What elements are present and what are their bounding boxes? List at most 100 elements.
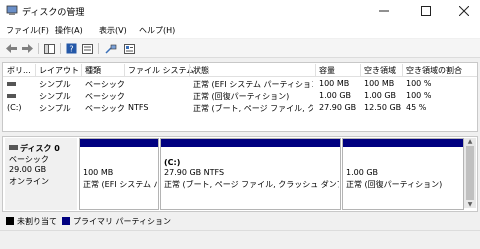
- column-divider[interactable]: [81, 64, 82, 76]
- volume-capacity: 1.00 GB: [319, 91, 352, 100]
- console-tree-button[interactable]: [42, 42, 56, 55]
- minimize-button[interactable]: [366, 0, 402, 22]
- disk-name: ディスク 0: [20, 144, 60, 153]
- volume-capacity: 27.90 GB: [319, 103, 357, 112]
- partition-status: 正常 (EFI システム パ: [83, 180, 157, 189]
- legend: 未割り当て プライマリ パーティション: [0, 214, 480, 228]
- disk-size: 29.00 GB: [9, 165, 47, 174]
- partition-title: (C:): [164, 158, 181, 167]
- drive-icon: [7, 82, 16, 86]
- volume-free-space: 1.00 GB: [364, 91, 397, 100]
- volume-layout: シンプル: [39, 80, 71, 89]
- connect-button[interactable]: [104, 42, 118, 55]
- menu-action[interactable]: 操作(A): [55, 25, 83, 36]
- column-divider[interactable]: [360, 64, 361, 76]
- disk-management-icon: [6, 5, 18, 15]
- column-divider[interactable]: [35, 64, 36, 76]
- column-divider[interactable]: [315, 64, 316, 76]
- column-header-free-space[interactable]: 空き領域: [364, 65, 396, 76]
- toolbar-separator: [38, 43, 39, 54]
- column-header-filesystem[interactable]: ファイル システム: [128, 65, 194, 76]
- partition-status: 正常 (ブート, ページ ファイル, クラッシュ ダンプ, プラ: [164, 180, 339, 189]
- partition-bar: [80, 139, 158, 147]
- volume-free-percent: 100 %: [406, 91, 432, 100]
- vertical-scrollbar[interactable]: ▲ ▼: [464, 138, 476, 208]
- settings-icon: [123, 43, 135, 54]
- close-icon: [459, 6, 469, 16]
- volume-status: 正常 (EFI システム パーティション): [193, 80, 313, 89]
- partition-c[interactable]: (C:) 27.90 GB NTFS 正常 (ブート, ページ ファイル, クラ…: [160, 138, 341, 210]
- partition-bar: [343, 139, 463, 147]
- svg-text:?: ?: [69, 45, 73, 54]
- volume-free-space: 12.50 GB: [364, 103, 402, 112]
- column-divider[interactable]: [402, 64, 403, 76]
- volume-free-space: 100 MB: [364, 79, 395, 88]
- column-divider[interactable]: [189, 64, 190, 76]
- settings-button[interactable]: [122, 42, 136, 55]
- volume-layout: シンプル: [39, 92, 71, 101]
- console-tree-icon: [43, 43, 55, 54]
- minimize-icon: [379, 10, 389, 12]
- column-header-free-percent[interactable]: 空き領域の割合: [406, 65, 462, 76]
- help-button[interactable]: ?: [64, 42, 78, 55]
- title-bar: ディスクの管理: [0, 0, 480, 22]
- menu-file[interactable]: ファイル(F): [6, 25, 49, 36]
- volume-name: (C:): [7, 103, 22, 112]
- forward-arrow-icon: [21, 44, 33, 53]
- volume-free-percent: 100 %: [406, 79, 432, 88]
- partition-size: 1.00 GB: [346, 168, 379, 177]
- partition-size: 27.90 GB NTFS: [164, 168, 225, 177]
- status-bar: [0, 230, 480, 249]
- volume-type: ベーシック: [85, 92, 125, 101]
- menu-help[interactable]: ヘルプ(H): [139, 25, 175, 36]
- volume-row[interactable]: シンプル ベーシック 正常 (回復パーティション) 1.00 GB 1.00 G…: [3, 90, 477, 102]
- legend-unallocated: 未割り当て: [17, 217, 57, 226]
- volume-list-header: ボリ... レイアウト 種類 ファイル システム 状態 容量 空き領域 空き領域…: [3, 63, 477, 77]
- volume-free-percent: 45 %: [406, 103, 427, 112]
- disk-status: オンライン: [9, 177, 49, 186]
- column-header-type[interactable]: 種類: [85, 65, 101, 76]
- scroll-thumb[interactable]: [466, 146, 474, 200]
- disk-type: ベーシック: [9, 155, 49, 164]
- toolbar-separator: [60, 43, 61, 54]
- primary-partition-swatch: [62, 217, 70, 225]
- volume-status: 正常 (回復パーティション): [193, 92, 290, 101]
- close-button[interactable]: [446, 0, 480, 22]
- connect-icon: [105, 44, 117, 54]
- partition-recovery[interactable]: 1.00 GB 正常 (回復パーティション): [342, 138, 464, 210]
- menu-view[interactable]: 表示(V): [99, 25, 127, 36]
- column-divider[interactable]: [124, 64, 125, 76]
- help-icon: ?: [66, 43, 76, 54]
- back-arrow-icon: [5, 44, 17, 53]
- disk-info[interactable]: ディスク 0 ベーシック 29.00 GB オンライン: [5, 138, 77, 210]
- scroll-down-icon[interactable]: ▼: [464, 201, 476, 208]
- partition-efi[interactable]: 100 MB 正常 (EFI システム パ: [79, 138, 159, 210]
- menu-bar: ファイル(F) 操作(A) 表示(V) ヘルプ(H): [0, 22, 480, 38]
- volume-row[interactable]: シンプル ベーシック 正常 (EFI システム パーティション) 100 MB …: [3, 78, 477, 90]
- window-title: ディスクの管理: [22, 8, 85, 18]
- volume-type: ベーシック: [85, 80, 125, 89]
- volume-type: ベーシック: [85, 104, 125, 113]
- forward-button[interactable]: [20, 42, 34, 55]
- volume-status: 正常 (ブート, ページ ファイル, クラ...: [193, 104, 313, 113]
- properties-button[interactable]: [80, 42, 94, 55]
- partition-status: 正常 (回復パーティション): [346, 180, 443, 189]
- volume-row[interactable]: (C:) シンプル ベーシック NTFS 正常 (ブート, ページ ファイル, …: [3, 102, 477, 114]
- volume-list: ボリ... レイアウト 種類 ファイル システム 状態 容量 空き領域 空き領域…: [2, 62, 478, 132]
- partition-size: 100 MB: [83, 168, 114, 177]
- volume-filesystem: NTFS: [128, 103, 149, 112]
- toolbar-separator: [98, 43, 99, 54]
- column-header-status[interactable]: 状態: [193, 65, 209, 76]
- disk-view: ディスク 0 ベーシック 29.00 GB オンライン 100 MB 正常 (E…: [2, 136, 478, 212]
- scroll-up-icon[interactable]: ▲: [464, 138, 476, 145]
- back-button[interactable]: [4, 42, 18, 55]
- toolbar: ?: [0, 39, 480, 58]
- disk-icon: [9, 145, 18, 150]
- volume-layout: シンプル: [39, 104, 71, 113]
- column-header-capacity[interactable]: 容量: [319, 65, 335, 76]
- drive-icon: [7, 94, 16, 98]
- volume-capacity: 100 MB: [319, 79, 350, 88]
- column-header-layout[interactable]: レイアウト: [39, 65, 79, 76]
- maximize-button[interactable]: [408, 0, 444, 22]
- column-header-volume[interactable]: ボリ...: [7, 65, 31, 76]
